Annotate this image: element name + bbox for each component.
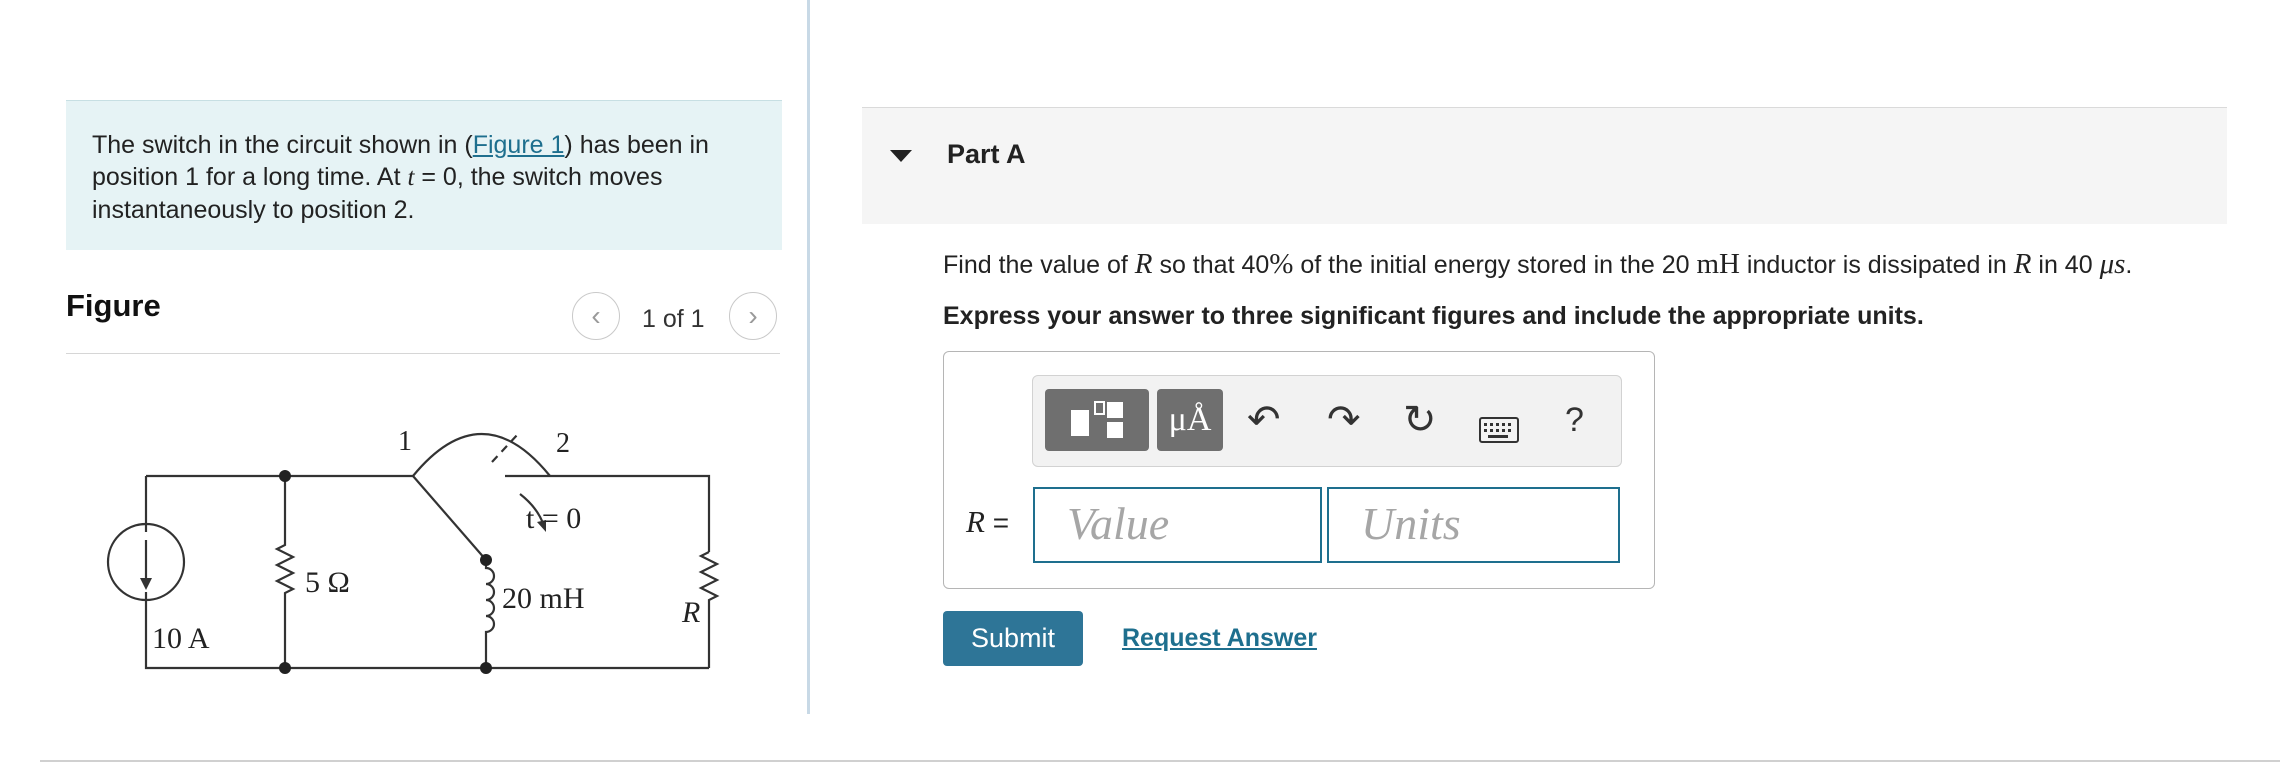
redo-icon: ↷	[1327, 398, 1361, 442]
keyboard-button[interactable]	[1479, 406, 1519, 454]
undo-icon: ↶	[1247, 398, 1281, 442]
switch-pos1-label: 1	[398, 426, 412, 457]
caret-down-icon[interactable]	[890, 150, 912, 162]
undo-button[interactable]: ↶	[1247, 396, 1281, 444]
next-figure-button[interactable]: ›	[729, 292, 777, 340]
part-header[interactable]	[862, 107, 2227, 224]
keyboard-icon	[1479, 417, 1519, 443]
problem-text: The switch in the circuit shown in (	[92, 131, 473, 159]
templates-button[interactable]	[1045, 389, 1149, 451]
answer-instruction: Express your answer to three significant…	[943, 302, 1924, 330]
units-input[interactable]: Units	[1327, 487, 1620, 563]
request-answer-link[interactable]: Request Answer	[1122, 624, 1317, 653]
value-placeholder: Value	[1067, 498, 1170, 549]
switch-time-label: t = 0	[526, 502, 581, 535]
math-toolbar: μÅ ↶ ↷ ↻ ?	[1032, 375, 1622, 467]
load-resistor-label: R	[681, 596, 700, 629]
value-input[interactable]: Value	[1033, 487, 1322, 563]
templates-icon	[1071, 401, 1123, 438]
chevron-left-icon: ‹	[591, 300, 601, 331]
answer-label: R =	[966, 504, 1010, 539]
reset-icon: ↻	[1403, 398, 1437, 442]
reset-button[interactable]: ↻	[1403, 396, 1437, 444]
circuit-diagram: 1 2 t = 0 5 Ω 20 mH R 10 A	[106, 426, 720, 674]
bottom-divider	[40, 760, 2280, 762]
chevron-right-icon: ›	[748, 300, 758, 331]
units-button[interactable]: μÅ	[1157, 389, 1223, 451]
figure-pager: 1 of 1	[642, 305, 705, 333]
units-placeholder: Units	[1361, 498, 1461, 549]
inductor-label: 20 mH	[502, 582, 585, 615]
prev-figure-button[interactable]: ‹	[572, 292, 620, 340]
figure-heading: Figure	[66, 288, 161, 323]
question-text: Find the value of R so that 40% of the i…	[943, 248, 2133, 280]
problem-statement: The switch in the circuit shown in (Figu…	[66, 100, 782, 250]
source-label: 10 A	[152, 622, 210, 655]
units-icon: μÅ	[1168, 401, 1212, 438]
figure-divider	[66, 353, 780, 354]
help-icon: ?	[1565, 401, 1584, 439]
column-divider	[807, 0, 810, 714]
help-button[interactable]: ?	[1565, 396, 1584, 444]
switch-pos2-label: 2	[556, 428, 570, 459]
part-title: Part A	[947, 139, 1026, 169]
figure-link[interactable]: Figure 1	[473, 131, 565, 159]
resistor-5-label: 5 Ω	[305, 566, 350, 599]
submit-button[interactable]: Submit	[943, 611, 1083, 666]
redo-button[interactable]: ↷	[1327, 396, 1361, 444]
